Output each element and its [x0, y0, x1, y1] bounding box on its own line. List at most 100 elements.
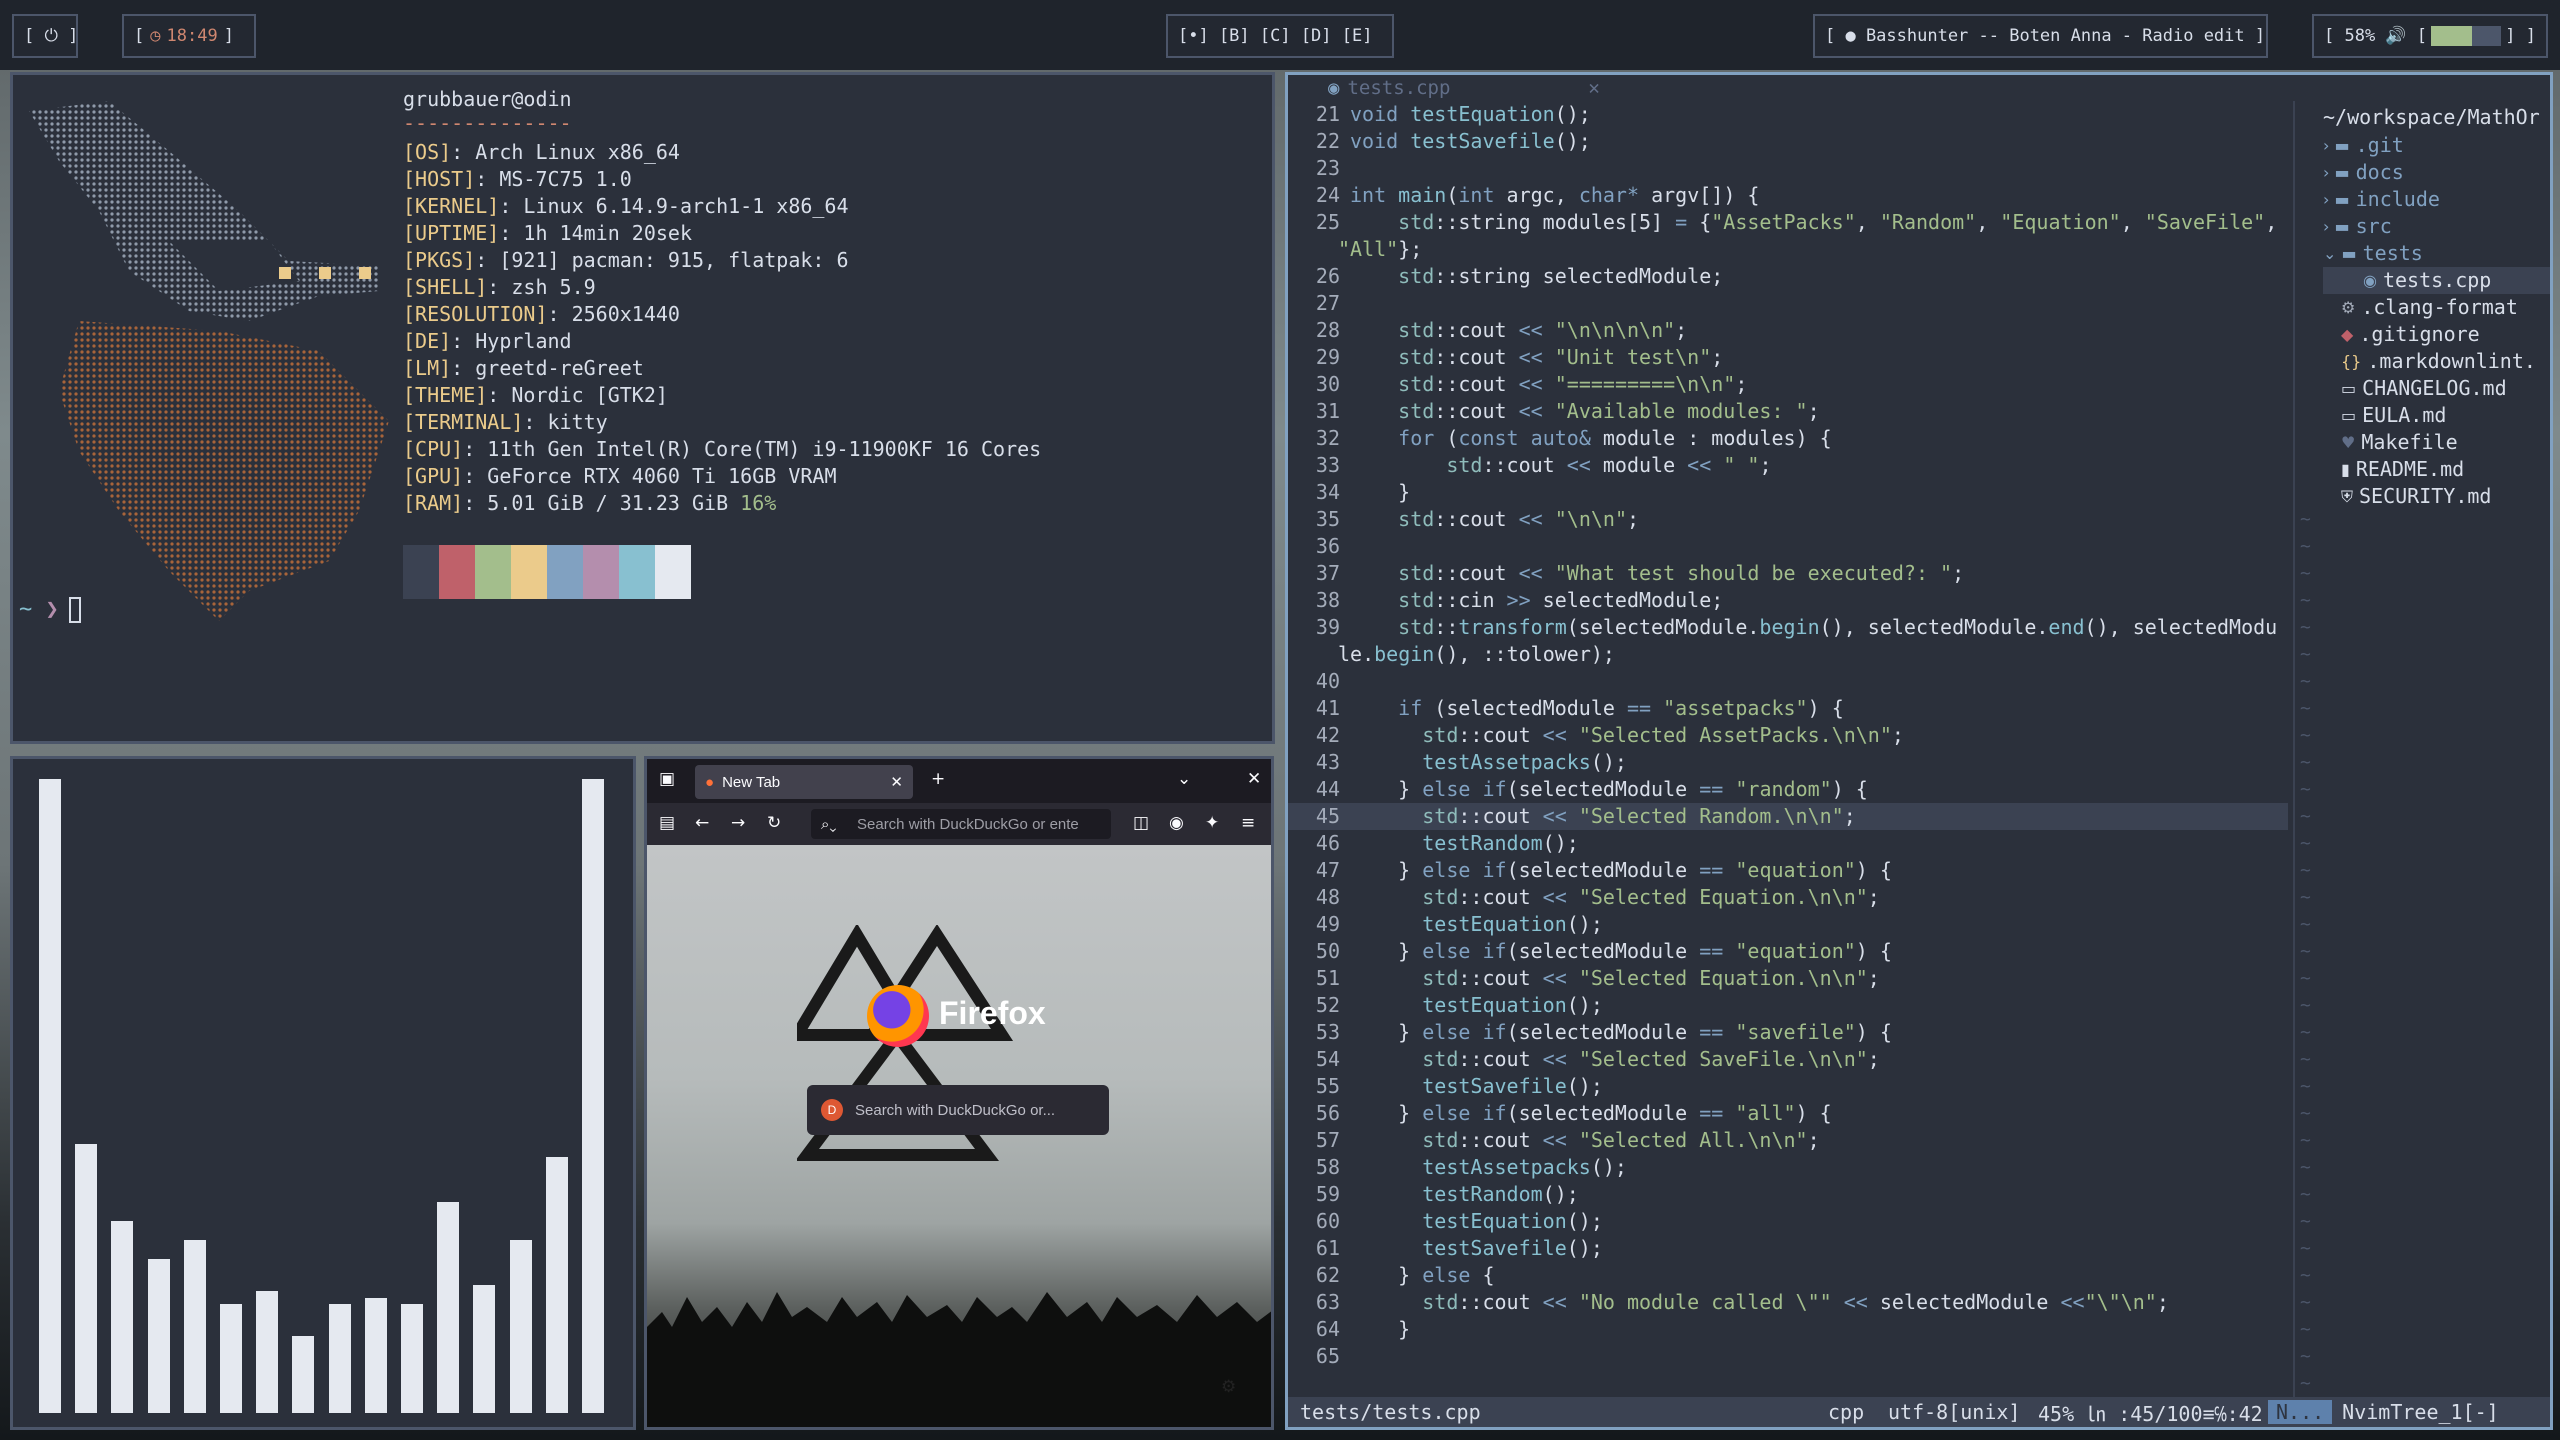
status-encoding: utf-8[unix]: [1888, 1400, 2021, 1424]
code-line[interactable]: 21 void testEquation();: [1288, 101, 2288, 128]
editor-window[interactable]: ◉ tests.cpp ✕ 21 void testEquation(); 22 vo…: [1285, 72, 2553, 1430]
code-line[interactable]: 45 std::cout << "Selected Random.\n\n";: [1288, 803, 2288, 830]
code-line[interactable]: 61 testSavefile();: [1288, 1235, 2288, 1262]
volume-control[interactable]: [ 58% 🔊 [ ] ]: [2312, 14, 2548, 58]
shell-prompt[interactable]: ~ ❯: [19, 597, 81, 623]
code-line[interactable]: 65: [1288, 1343, 2288, 1370]
code-line[interactable]: 40: [1288, 668, 2288, 695]
power-button[interactable]: [ ⏻ ]: [12, 14, 78, 58]
new-tab-icon[interactable]: +: [931, 769, 945, 789]
code-line[interactable]: 25 std::string modules[5] = {"AssetPacks…: [1288, 209, 2288, 236]
tree-file[interactable]: ▮ README.md: [2323, 456, 2550, 483]
code-line[interactable]: 54 std::cout << "Selected SaveFile.\n\n"…: [1288, 1046, 2288, 1073]
code-line[interactable]: 60 testEquation();: [1288, 1208, 2288, 1235]
code-line[interactable]: 23: [1288, 155, 2288, 182]
code-line[interactable]: "All"};: [1288, 236, 2288, 263]
close-window-icon[interactable]: ✕: [1247, 769, 1261, 789]
code-buffer[interactable]: 21 void testEquation(); 22 void testSavefil…: [1288, 101, 2288, 1370]
extensions-icon[interactable]: ✦: [1205, 813, 1219, 833]
code-line[interactable]: 41 if (selectedModule == "assetpacks") {: [1288, 695, 2288, 722]
close-tab-icon[interactable]: ✕: [1588, 77, 1599, 99]
code-line[interactable]: 63 std::cout << "No module called \"" <<…: [1288, 1289, 2288, 1316]
media-player[interactable]: [ ● Basshunter -- Boten Anna - Radio edi…: [1813, 14, 2268, 58]
firefox-tabbar: ▣ ● New Tab ✕ + ⌄ ✕: [647, 759, 1271, 803]
file-tree[interactable]: › ▬ .git › ▬ docs › ▬ include › ▬ src ⌄ ▬ tests ◉ t…: [2323, 132, 2550, 510]
url-bar[interactable]: ⌕⌄ Search with DuckDuckGo or ente: [811, 809, 1111, 839]
tab-new-tab[interactable]: ● New Tab ✕: [695, 765, 913, 799]
visualizer-window[interactable]: [10, 756, 636, 1430]
clock-time: 18:49: [166, 26, 218, 46]
code-line[interactable]: 33 std::cout << module << " ";: [1288, 452, 2288, 479]
sysinfo-key: [OS]: [403, 140, 452, 164]
firefox-window[interactable]: ▣ ● New Tab ✕ + ⌄ ✕ ▤ ← → ↻ ⌕⌄ Search wi…: [644, 756, 1274, 1430]
tree-file[interactable]: ▭ EULA.md: [2323, 402, 2550, 429]
file-icon: ◆: [2341, 325, 2354, 344]
reload-icon[interactable]: ↻: [767, 813, 781, 833]
code-line[interactable]: 22 void testSavefile();: [1288, 128, 2288, 155]
code-line[interactable]: 48 std::cout << "Selected Equation.\n\n"…: [1288, 884, 2288, 911]
code-line[interactable]: 57 std::cout << "Selected All.\n\n";: [1288, 1127, 2288, 1154]
workspaces[interactable]: [•] [B] [C] [D] [E]: [1166, 14, 1394, 58]
code-line[interactable]: 49 testEquation();: [1288, 911, 2288, 938]
tree-file-selected[interactable]: ◉ tests.cpp: [2323, 267, 2550, 294]
tree-file[interactable]: ◆ .gitignore: [2323, 321, 2550, 348]
sidebar-icon[interactable]: ▤: [659, 813, 675, 833]
code-line[interactable]: 38 std::cin >> selectedModule;: [1288, 587, 2288, 614]
tree-folder[interactable]: ⌄ ▬ tests: [2323, 240, 2550, 267]
code-line[interactable]: 59 testRandom();: [1288, 1181, 2288, 1208]
terminal-window[interactable]: grubbauer@odin -------------- [OS]: Arch…: [10, 72, 1275, 744]
tree-folder[interactable]: › ▬ include: [2323, 186, 2550, 213]
code-line[interactable]: 43 testAssetpacks();: [1288, 749, 2288, 776]
code-line[interactable]: 34 }: [1288, 479, 2288, 506]
volume-bar[interactable]: [2431, 26, 2502, 46]
code-line[interactable]: 27: [1288, 290, 2288, 317]
tree-file[interactable]: ♥ Makefile: [2323, 429, 2550, 456]
code-line[interactable]: 42 std::cout << "Selected AssetPacks.\n\…: [1288, 722, 2288, 749]
tab-tests-cpp[interactable]: ◉ tests.cpp ✕: [1328, 77, 1600, 99]
code-line[interactable]: 58 testAssetpacks();: [1288, 1154, 2288, 1181]
code-line[interactable]: 50 } else if(selectedModule == "equation…: [1288, 938, 2288, 965]
code-line[interactable]: 62 } else {: [1288, 1262, 2288, 1289]
code-line[interactable]: 35 std::cout << "\n\n";: [1288, 506, 2288, 533]
code-line[interactable]: 53 } else if(selectedModule == "savefile…: [1288, 1019, 2288, 1046]
code-line[interactable]: 64 }: [1288, 1316, 2288, 1343]
search-box[interactable]: D Search with DuckDuckGo or...: [807, 1085, 1109, 1135]
code-line[interactable]: 52 testEquation();: [1288, 992, 2288, 1019]
code-line[interactable]: 28 std::cout << "\n\n\n\n";: [1288, 317, 2288, 344]
code-line[interactable]: 39 std::transform(selectedModule.begin()…: [1288, 614, 2288, 641]
code-line[interactable]: 24 int main(int argc, char* argv[]) {: [1288, 182, 2288, 209]
code-line[interactable]: 56 } else if(selectedModule == "all") {: [1288, 1100, 2288, 1127]
tree-file[interactable]: {} .markdownlint.: [2323, 348, 2550, 375]
sysinfo-value: : kitty: [523, 410, 608, 434]
line-number: 45: [1315, 804, 1340, 828]
tree-folder[interactable]: › ▬ docs: [2323, 159, 2550, 186]
code-line[interactable]: 44 } else if(selectedModule == "random")…: [1288, 776, 2288, 803]
tree-folder[interactable]: › ▬ .git: [2323, 132, 2550, 159]
code-line[interactable]: 51 std::cout << "Selected Equation.\n\n"…: [1288, 965, 2288, 992]
code-line[interactable]: 26 std::string selectedModule;: [1288, 263, 2288, 290]
code-line[interactable]: 47 } else if(selectedModule == "equation…: [1288, 857, 2288, 884]
pocket-icon[interactable]: ◫: [1133, 813, 1149, 833]
tree-file[interactable]: ⛨ SECURITY.md: [2323, 483, 2550, 510]
code-line[interactable]: 46 testRandom();: [1288, 830, 2288, 857]
code-line[interactable]: 31 std::cout << "Available modules: ";: [1288, 398, 2288, 425]
code-line[interactable]: 55 testSavefile();: [1288, 1073, 2288, 1100]
account-icon[interactable]: ◉: [1169, 813, 1184, 833]
chevron-down-icon[interactable]: ⌄: [1177, 769, 1191, 789]
tree-file[interactable]: ▭ CHANGELOG.md: [2323, 375, 2550, 402]
tree-folder[interactable]: › ▬ src: [2323, 213, 2550, 240]
back-icon[interactable]: ←: [695, 813, 709, 833]
sysinfo-value: : 11th Gen Intel(R) Core(TM) i9-11900KF …: [463, 437, 1042, 461]
close-tab-icon[interactable]: ✕: [890, 773, 903, 791]
code-line[interactable]: 32 for (const auto& module : modules) {: [1288, 425, 2288, 452]
code-line[interactable]: le.begin(), ::tolower);: [1288, 641, 2288, 668]
code-line[interactable]: 30 std::cout << "=========\n\n";: [1288, 371, 2288, 398]
tree-file[interactable]: ⚙ .clang-format: [2323, 294, 2550, 321]
code-line[interactable]: 36: [1288, 533, 2288, 560]
tab-list-icon[interactable]: ▣: [659, 769, 675, 789]
code-line[interactable]: 29 std::cout << "Unit test\n";: [1288, 344, 2288, 371]
forward-icon[interactable]: →: [731, 813, 745, 833]
menu-icon[interactable]: ≡: [1241, 813, 1255, 833]
gear-icon[interactable]: ⚙: [1221, 1377, 1236, 1397]
code-line[interactable]: 37 std::cout << "What test should be exe…: [1288, 560, 2288, 587]
